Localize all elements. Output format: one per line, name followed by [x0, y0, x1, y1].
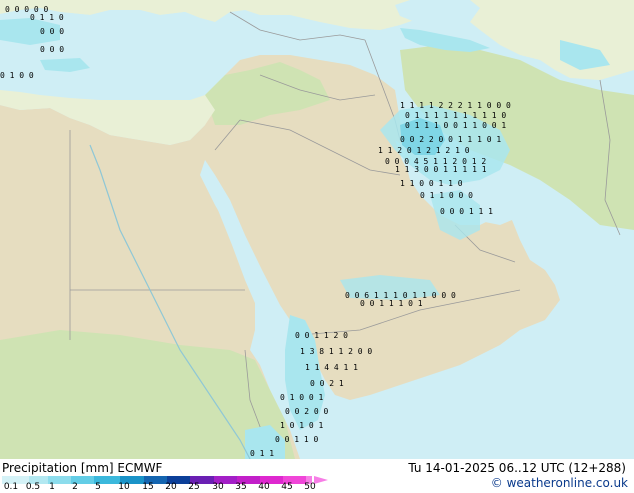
legend-tick: 25	[188, 482, 200, 492]
precipitation-map: 0 0 0 0 00 1 1 00 0 00 0 00 1 0 01 1 1 1…	[0, 0, 634, 459]
legend-footer: Precipitation [mm] ECMWF Tu 14-01-2025 0…	[0, 459, 634, 493]
legend-tick: 5	[95, 482, 101, 492]
precip-digit-label: 1 1 3 0 0 1 1 1 1 1	[395, 165, 487, 174]
precip-digit-label: 1 1 1 1 2 2 2 1 1 0 0 0	[400, 101, 511, 110]
precip-digit-label: 0 1 0 0 1	[280, 393, 324, 402]
precip-digit-label: 0 1 1 0	[30, 13, 64, 22]
legend-tick: 0.1	[3, 482, 19, 492]
legend-tick: 20	[165, 482, 177, 492]
precip-digit-label: 1 1 0 0 1 1 0	[400, 179, 463, 188]
credit-text: © weatheronline.co.uk	[490, 476, 628, 490]
precip-digit-label: 0 0 0	[40, 27, 64, 36]
legend-tick: 10	[118, 482, 130, 492]
precip-digit-label: 0 0 1 1 1 0 1	[360, 299, 423, 308]
precip-digit-label: 0 1 1 1 1 1 1 1 1 1 0	[405, 111, 506, 120]
legend-tick: 30	[212, 482, 224, 492]
legend-tick: 2	[72, 482, 78, 492]
legend-tick: 35	[235, 482, 247, 492]
legend-tick: 15	[142, 482, 154, 492]
valid-time: Tu 14-01-2025 06..12 UTC (12+288)	[408, 461, 626, 475]
precip-digit-label: 0 0 2 1	[310, 379, 344, 388]
precip-digit-label: 0 1 1 1 0 0 1 1 0 0 1	[405, 121, 506, 130]
precip-digit-label: 0 1 0 0	[0, 71, 34, 80]
precip-digit-label: 0 0 1 1 2 0	[295, 331, 348, 340]
precip-digit-label: 0 0 0	[40, 45, 64, 54]
precip-digit-label: 0 1 1	[250, 449, 274, 458]
legend-tick: 40	[258, 482, 270, 492]
legend-tick: 50	[304, 482, 316, 492]
legend-tick: 45	[281, 482, 293, 492]
legend-tick: 0.5	[25, 482, 41, 492]
precip-digit-label: 1 3 8 1 1 2 0 0	[300, 347, 372, 356]
precip-digit-label: 1 1 2 0 1 2 1 2 1 0	[378, 146, 470, 155]
precip-digit-label: 0 1 1 0 0 0	[420, 191, 473, 200]
precip-digit-label: 0 0 0 1 1 1	[440, 207, 493, 216]
legend-title: Precipitation [mm] ECMWF	[2, 461, 163, 475]
precip-digit-label: 0 0 1 1 0	[275, 435, 319, 444]
legend-tick-labels: 0.1 0.5 1 2 5 10 15 20 25 30 35 40 45 50	[0, 482, 340, 493]
legend-tick: 1	[49, 482, 55, 492]
precip-digit-label: 0 0 2 0 0	[285, 407, 329, 416]
precip-digit-label: 1 0 1 0 1	[280, 421, 324, 430]
precip-digit-label: 1 1 4 4 1 1	[305, 363, 358, 372]
precip-digit-label: 0 0 2 2 0 0 1 1 1 0 1	[400, 135, 501, 144]
